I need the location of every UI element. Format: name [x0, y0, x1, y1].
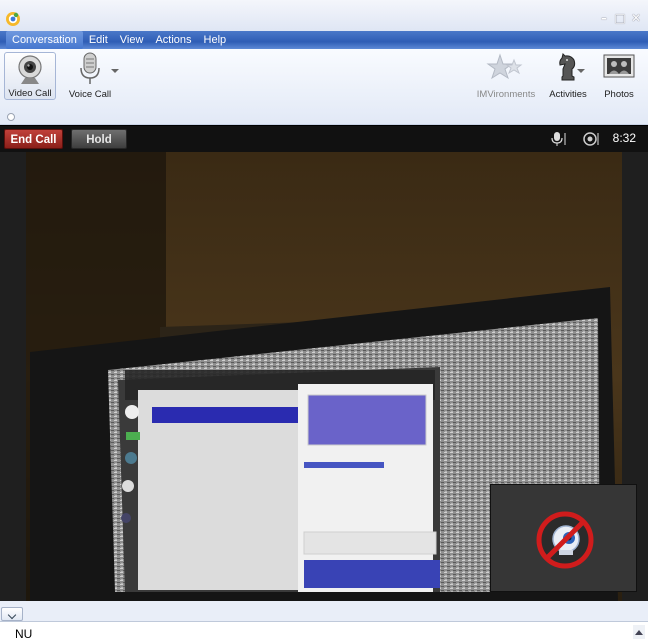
- voice-call-dropdown-icon[interactable]: [111, 69, 119, 73]
- speaker-icon[interactable]: [582, 131, 600, 147]
- video-feed: [0, 152, 648, 601]
- video-call-button[interactable]: Video Call: [4, 52, 56, 100]
- menu-help[interactable]: Help: [198, 31, 233, 49]
- menu-conversation[interactable]: Conversation: [6, 31, 83, 49]
- message-input-text: NU: [15, 627, 33, 641]
- menu-view[interactable]: View: [114, 31, 150, 49]
- end-call-button[interactable]: End Call: [4, 129, 63, 149]
- hold-button[interactable]: Hold: [71, 129, 127, 149]
- video-frame-left: [0, 152, 26, 601]
- webcam-icon: [18, 55, 42, 84]
- mic-level-icon[interactable]: [550, 131, 568, 147]
- formatting-toggle-button[interactable]: [1, 607, 23, 621]
- chat-area: NU: [0, 604, 648, 642]
- activities-label: Activities: [549, 89, 587, 100]
- imvironments-label: IMVironments: [476, 89, 536, 100]
- voice-call-button[interactable]: Voice Call: [64, 52, 116, 100]
- message-input[interactable]: NU: [0, 621, 648, 642]
- photos-icon: [603, 54, 635, 78]
- close-button[interactable]: ✕: [630, 12, 642, 24]
- photos-button[interactable]: Photos: [600, 52, 638, 100]
- title-bar: – □ ✕: [0, 0, 648, 31]
- menu-bar: Conversation Edit View Actions Help: [0, 31, 648, 49]
- microphone-icon: [80, 52, 100, 84]
- chess-knight-icon: [559, 53, 576, 81]
- messenger-logo-icon: [6, 12, 20, 26]
- video-call-label: Video Call: [8, 88, 52, 99]
- menu-edit[interactable]: Edit: [83, 31, 114, 49]
- webcam-blocked-icon: [536, 511, 594, 569]
- photos-label: Photos: [604, 89, 634, 100]
- self-view-panel[interactable]: [490, 484, 637, 592]
- scroll-up-button[interactable]: [633, 625, 645, 639]
- call-timer: 8:32: [612, 131, 636, 145]
- activities-dropdown-icon[interactable]: [577, 69, 585, 73]
- activities-button[interactable]: Activities: [546, 52, 590, 100]
- call-bar: End Call Hold 8:32: [0, 125, 648, 152]
- voice-call-label: Voice Call: [68, 89, 112, 100]
- minimize-button[interactable]: –: [598, 12, 610, 24]
- menu-actions[interactable]: Actions: [149, 31, 197, 49]
- toolbar: Video Call Voice Call IMVironments Activ…: [0, 49, 648, 125]
- imvironments-button[interactable]: IMVironments: [475, 52, 537, 100]
- status-indicator[interactable]: [7, 113, 15, 121]
- stars-icon: [486, 53, 523, 80]
- maximize-button[interactable]: □: [614, 12, 626, 24]
